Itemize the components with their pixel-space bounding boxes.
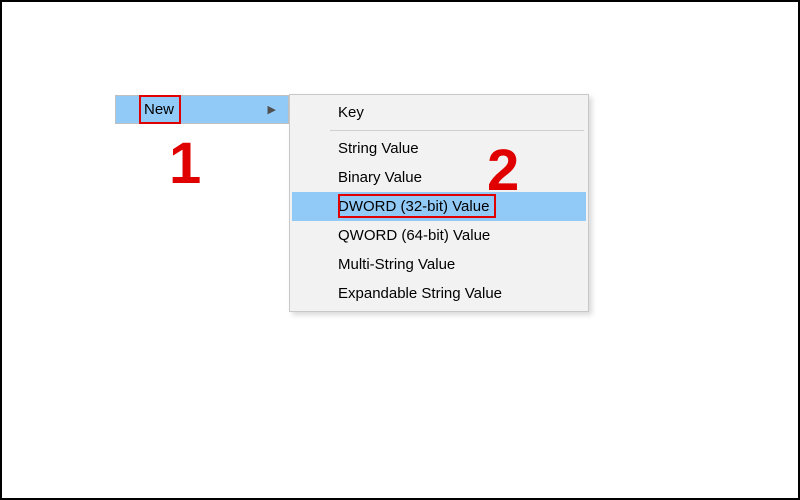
context-menu-new[interactable]: New ▶︎ <box>115 95 289 124</box>
submenu-item-key[interactable]: Key <box>292 98 586 127</box>
menu-separator <box>330 130 584 131</box>
submenu-item-label: QWORD (64-bit) Value <box>338 227 490 244</box>
submenu-item-label: Key <box>338 104 364 121</box>
submenu-item-label: DWORD (32-bit) Value <box>338 198 489 215</box>
submenu-item-expandable-string-value[interactable]: Expandable String Value <box>292 279 586 308</box>
chevron-right-icon: ▶︎ <box>268 103 280 116</box>
context-menu-new-label: New <box>144 101 268 118</box>
submenu-new: Key String Value Binary Value DWORD (32-… <box>289 94 589 312</box>
annotation-number-1: 1 <box>169 130 201 197</box>
submenu-item-qword-value[interactable]: QWORD (64-bit) Value <box>292 221 586 250</box>
submenu-item-label: Expandable String Value <box>338 285 502 302</box>
submenu-item-string-value[interactable]: String Value <box>292 134 586 163</box>
submenu-item-dword-value[interactable]: DWORD (32-bit) Value <box>292 192 586 221</box>
submenu-item-label: String Value <box>338 140 419 157</box>
submenu-item-label: Binary Value <box>338 169 422 186</box>
submenu-item-label: Multi-String Value <box>338 256 455 273</box>
submenu-item-binary-value[interactable]: Binary Value <box>292 163 586 192</box>
submenu-item-multi-string-value[interactable]: Multi-String Value <box>292 250 586 279</box>
annotation-number-2: 2 <box>487 137 519 204</box>
